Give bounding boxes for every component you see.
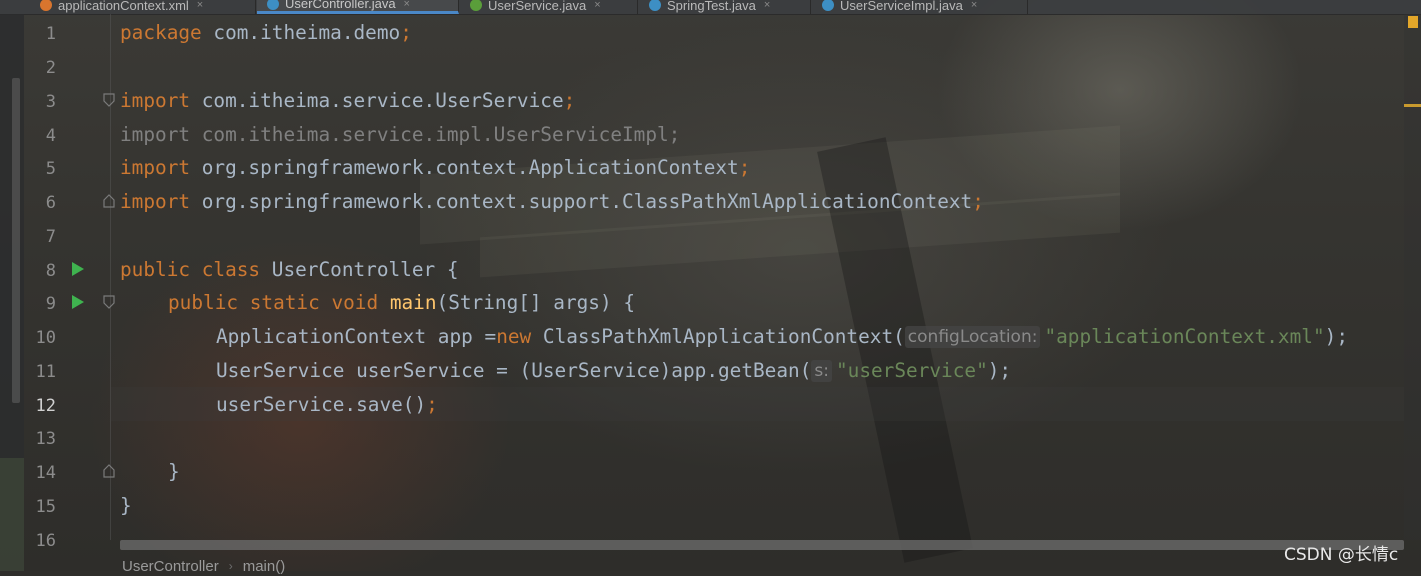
csdn-watermark: CSDN @长情c [1284, 545, 1399, 565]
tab-label: UserService.java [488, 0, 587, 13]
horizontal-scrollbar[interactable] [120, 540, 1404, 550]
error-stripe[interactable] [1404, 14, 1421, 540]
breadcrumb: UserController › main() [110, 556, 285, 576]
line-number: 2 [45, 58, 56, 78]
statement-end: ); [987, 359, 1012, 382]
code-line-5[interactable]: import org.springframework.context.Appli… [120, 156, 750, 180]
fold-start-icon[interactable] [103, 295, 115, 309]
line-number: 10 [35, 328, 56, 348]
semicolon: ; [426, 393, 438, 416]
line-number: 13 [35, 429, 56, 449]
import-path: org.springframework.context.support.Clas… [190, 190, 973, 213]
code-line-8[interactable]: public class UserController { [120, 258, 459, 282]
code-line-4[interactable]: import com.itheima.service.impl.UserServ… [120, 123, 680, 147]
line-number: 14 [35, 463, 56, 483]
close-icon[interactable]: × [197, 0, 203, 11]
line-number: 16 [35, 531, 56, 551]
line-number: 4 [45, 126, 56, 146]
string-literal: "userService" [835, 359, 988, 382]
unused-import: import com.itheima.service.impl.UserServ… [120, 123, 681, 146]
line-number: 9 [45, 294, 56, 314]
tab-userservice-java[interactable]: UserService.java × [460, 0, 638, 14]
run-class-icon[interactable] [72, 262, 84, 276]
keyword: new [496, 325, 532, 348]
close-icon[interactable]: × [594, 0, 600, 11]
import-path: org.springframework.context.ApplicationC… [190, 156, 739, 179]
line-number: 3 [45, 92, 56, 112]
class-declaration: UserController { [260, 258, 459, 281]
statement-end: ); [1324, 325, 1348, 348]
line-number: 5 [45, 159, 56, 179]
code-line-10[interactable]: ApplicationContext app =new ClassPathXml… [216, 325, 1348, 349]
parameter-hint: configLocation: [904, 326, 1041, 348]
keyword: import [120, 89, 191, 112]
left-panel-background [0, 458, 24, 571]
code-line-1[interactable]: package com.itheima.demo; [120, 21, 412, 45]
constructor-call: ClassPathXmlApplicationContext( [531, 325, 905, 348]
code-line-11[interactable]: UserService userService = (UserService)a… [216, 359, 1011, 383]
semicolon: ; [400, 21, 412, 44]
warning-marker[interactable] [1404, 104, 1421, 107]
keyword: public class [120, 258, 261, 281]
close-icon[interactable]: × [971, 0, 977, 11]
line-number-current: 12 [35, 396, 56, 416]
java-class-icon [822, 0, 834, 11]
code-line-12[interactable]: userService.save(); [216, 393, 438, 417]
keyword: import [120, 190, 191, 213]
left-panel-scrollbar[interactable] [12, 78, 20, 403]
semicolon: ; [563, 89, 576, 112]
code-line-6[interactable]: import org.springframework.context.suppo… [120, 190, 984, 214]
warning-indicator-icon[interactable] [1408, 16, 1418, 28]
method-signature: (String[] args) { [436, 291, 635, 314]
tab-label: UserServiceImpl.java [840, 0, 963, 13]
close-icon[interactable]: × [764, 0, 770, 11]
line-number: 6 [45, 193, 56, 213]
keyword: public static void [168, 291, 379, 314]
ide-background-artwork [0, 0, 1421, 571]
tab-springtest-java[interactable]: SpringTest.java × [639, 0, 811, 14]
keyword: package [120, 21, 202, 44]
semicolon: ; [738, 156, 751, 179]
code-line-3[interactable]: import com.itheima.service.UserService; [120, 89, 575, 113]
breadcrumb-method[interactable]: main() [243, 558, 286, 575]
closing-brace: } [168, 460, 180, 483]
code-line-9[interactable]: public static void main(String[] args) { [168, 291, 635, 315]
code-line-14[interactable]: } [168, 460, 180, 484]
line-number: 11 [35, 362, 56, 382]
run-main-icon[interactable] [72, 295, 84, 309]
java-class-icon [649, 0, 661, 11]
statement: userService.save() [216, 393, 427, 416]
tab-label: SpringTest.java [667, 0, 756, 13]
closing-brace: } [120, 494, 132, 517]
tab-usercontroller-java[interactable]: UserController.java × [257, 0, 459, 14]
tab-userserviceimpl-java[interactable]: UserServiceImpl.java × [812, 0, 1028, 14]
java-interface-icon [470, 0, 482, 11]
method-name: main [389, 291, 437, 314]
tab-applicationcontext-xml[interactable]: applicationContext.xml × [30, 0, 256, 14]
statement: UserService userService = (UserService)a… [216, 359, 812, 382]
breadcrumb-class[interactable]: UserController [122, 558, 219, 575]
package-name: com.itheima.demo [201, 21, 401, 44]
semicolon: ; [972, 190, 984, 213]
line-number: 8 [45, 261, 56, 281]
fold-end-icon[interactable] [103, 464, 115, 478]
editor-tab-bar: applicationContext.xml × UserController.… [0, 0, 1421, 15]
close-icon[interactable]: × [404, 0, 410, 10]
java-class-icon [267, 0, 279, 10]
fold-end-icon[interactable] [103, 194, 115, 208]
keyword: import [120, 156, 191, 179]
line-number: 15 [35, 497, 56, 517]
tab-label: UserController.java [285, 0, 396, 11]
line-number: 7 [45, 227, 56, 247]
tab-label: applicationContext.xml [58, 0, 189, 13]
xml-file-icon [40, 0, 52, 11]
line-number: 1 [45, 24, 56, 44]
statement: ApplicationContext app = [216, 325, 497, 348]
string-literal: "applicationContext.xml" [1044, 325, 1325, 348]
parameter-hint: s: [811, 360, 832, 382]
code-line-15[interactable]: } [120, 494, 132, 518]
import-path: com.itheima.service.UserService [190, 89, 564, 112]
fold-start-icon[interactable] [103, 93, 115, 107]
